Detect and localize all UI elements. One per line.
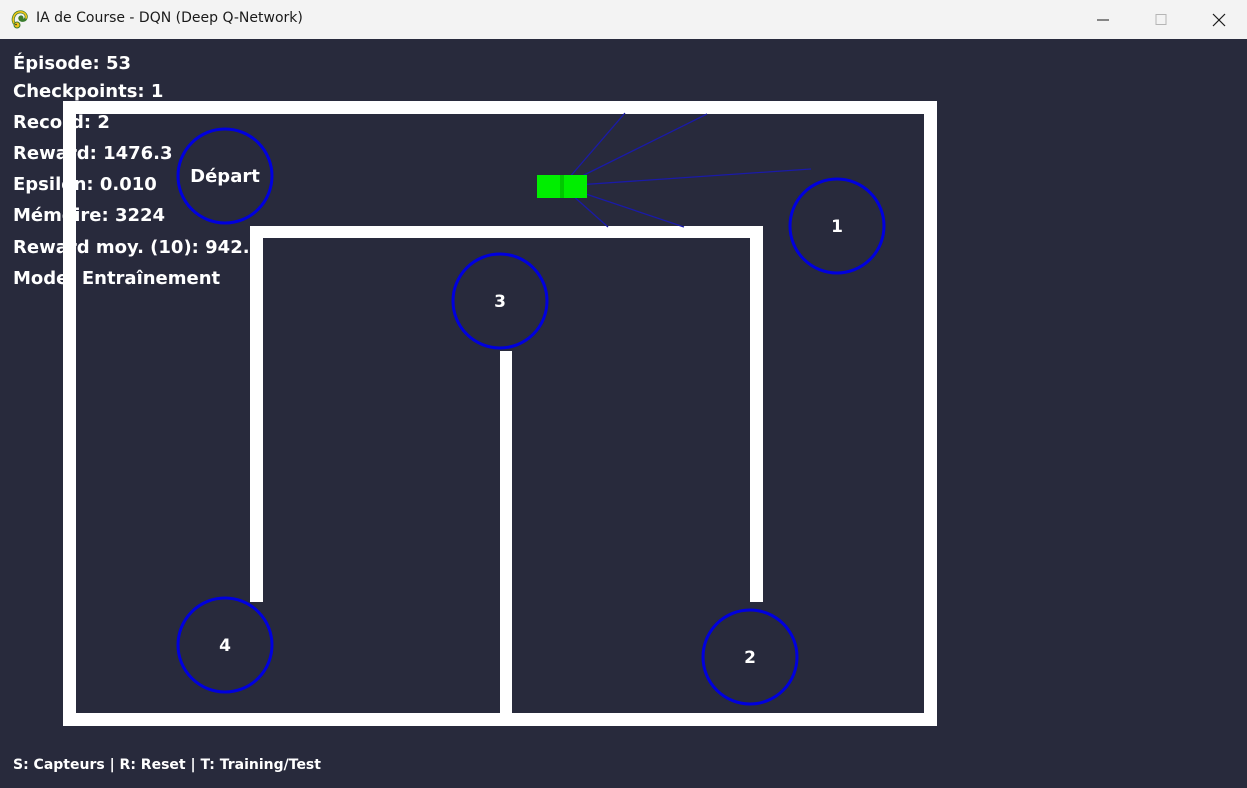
app-window: IA de Course - DQN (Deep Q-Network) Dépa…	[0, 0, 1247, 788]
checkpoint-start-label: Départ	[190, 166, 260, 187]
car	[537, 175, 587, 198]
pygame-snake-icon	[11, 10, 28, 29]
hud-mode: Mode: Entraînement	[13, 268, 221, 289]
checkpoint-4: 4	[176, 596, 274, 694]
keyboard-help: S: Capteurs | R: Reset | T: Training/Tes…	[13, 757, 321, 773]
checkpoint-1-label: 1	[831, 217, 843, 237]
checkpoint-4-label: 4	[219, 636, 231, 656]
checkpoint-2-label: 2	[744, 648, 756, 668]
hud-record: Record: 2	[13, 112, 110, 133]
hud-epsilon: Epsilon: 0.010	[13, 174, 157, 195]
hud-memory: Mémoire: 3224	[13, 205, 166, 226]
window-title: IA de Course - DQN (Deep Q-Network)	[36, 10, 303, 26]
maximize-button[interactable]	[1132, 0, 1190, 39]
minimize-button[interactable]	[1074, 0, 1132, 39]
checkpoint-start: Départ	[176, 127, 274, 225]
checkpoint-3: 3	[451, 252, 549, 350]
checkpoint-3-label: 3	[494, 292, 506, 312]
race-track: Départ 1 2 3 4	[63, 101, 937, 726]
minimize-icon	[1097, 19, 1109, 21]
hud-episode: Épisode: 53	[13, 53, 132, 74]
hud-reward: Reward: 1476.3	[13, 143, 173, 164]
close-icon	[1212, 13, 1226, 27]
checkpoint-2: 2	[701, 608, 799, 706]
title-bar[interactable]: IA de Course - DQN (Deep Q-Network)	[0, 0, 1247, 40]
inner-walls	[250, 226, 763, 715]
hud-checkpoints: Checkpoints: 1	[13, 81, 164, 102]
maximize-icon	[1155, 14, 1167, 25]
car-sensors	[561, 112, 812, 228]
close-button[interactable]	[1190, 0, 1247, 39]
game-canvas[interactable]: Départ 1 2 3 4 Épisode: 53 Checkpoints: …	[0, 39, 1247, 788]
hud-reward-average: Reward moy. (10): 942.6	[13, 237, 263, 258]
checkpoint-1: 1	[788, 177, 886, 275]
